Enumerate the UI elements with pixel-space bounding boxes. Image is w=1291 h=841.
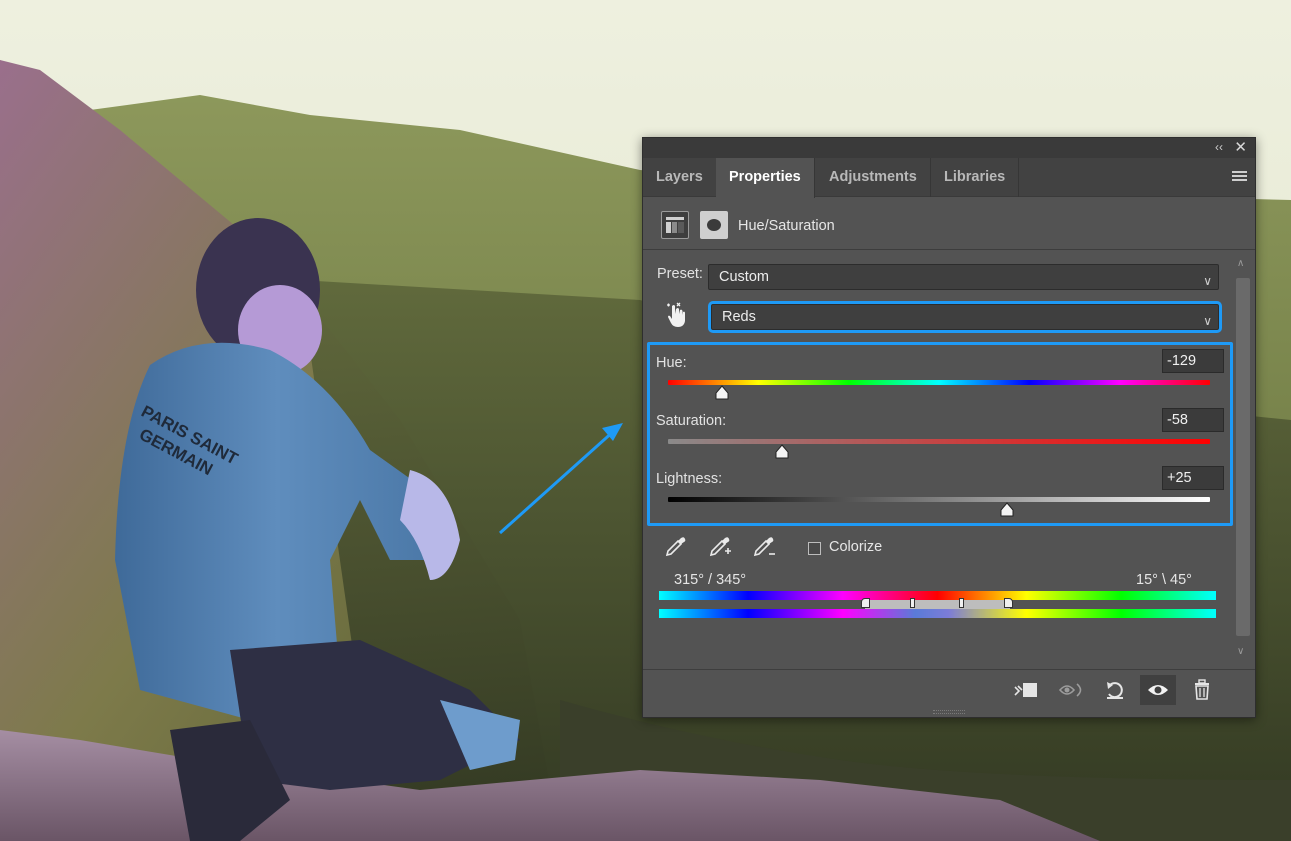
- lightness-value-input[interactable]: +25: [1162, 466, 1224, 490]
- hamburger-menu-icon[interactable]: [1232, 171, 1247, 183]
- color-range-selection[interactable]: [865, 600, 1010, 609]
- lightness-label: Lightness:: [656, 471, 723, 487]
- tab-layers[interactable]: Layers: [643, 158, 717, 197]
- output-color-range-bar: [659, 609, 1216, 618]
- hue-slider-track[interactable]: [668, 380, 1210, 385]
- preset-label: Preset:: [657, 266, 703, 282]
- hue-value-input[interactable]: -129: [1162, 349, 1224, 373]
- range-left-falloff-handle[interactable]: [861, 598, 870, 608]
- eyedropper-icon[interactable]: [663, 533, 689, 559]
- trash-icon[interactable]: [1184, 675, 1220, 705]
- sample-tools-row: Colorize: [643, 533, 1243, 563]
- chevron-down-icon: ∨: [1203, 274, 1212, 288]
- chevron-down-icon: ∨: [1203, 314, 1212, 328]
- hue-label: Hue:: [656, 355, 687, 371]
- panel-resize-grip[interactable]: [933, 710, 965, 714]
- targeted-adjustment-hand-icon[interactable]: [663, 302, 689, 330]
- range-left-inner-handle[interactable]: [910, 598, 915, 608]
- lightness-slider-track[interactable]: [668, 497, 1210, 502]
- tab-libraries[interactable]: Libraries: [931, 158, 1020, 197]
- clip-to-layer-icon[interactable]: [1009, 675, 1045, 705]
- panel-tab-bar: Layers Properties Adjustments Libraries: [643, 158, 1255, 198]
- adjustment-header: Hue/Saturation: [643, 198, 1255, 250]
- hue-slider-thumb[interactable]: [714, 385, 730, 400]
- view-previous-state-icon[interactable]: [1054, 675, 1090, 705]
- range-right-label: 15° \ 45°: [1136, 572, 1192, 588]
- scrollbar-thumb[interactable]: [1236, 278, 1250, 636]
- channel-value: Reds: [722, 309, 756, 325]
- lightness-slider-thumb[interactable]: [999, 502, 1015, 517]
- panel-footer: [643, 669, 1255, 709]
- adjustment-title: Hue/Saturation: [738, 218, 835, 234]
- properties-panel: ‹‹ ✕ Layers Properties Adjustments Libra…: [642, 137, 1256, 718]
- double-chevron-left-icon[interactable]: ‹‹: [1215, 140, 1223, 154]
- eyedropper-minus-icon[interactable]: [751, 533, 777, 559]
- saturation-slider-thumb[interactable]: [774, 444, 790, 459]
- saturation-label: Saturation:: [656, 413, 727, 429]
- hue-saturation-sliders: Hue: -129 Saturation: -58 Lightness: +25: [647, 342, 1233, 526]
- tab-adjustments[interactable]: Adjustments: [816, 158, 931, 197]
- range-right-falloff-handle[interactable]: [1004, 598, 1013, 608]
- range-left-label: 315° / 345°: [674, 572, 747, 588]
- scroll-down-icon[interactable]: ∨: [1237, 646, 1244, 657]
- colorize-label: Colorize: [829, 539, 883, 555]
- tab-properties[interactable]: Properties: [716, 158, 815, 198]
- channel-dropdown[interactable]: Reds ∨: [708, 301, 1222, 333]
- range-right-inner-handle[interactable]: [959, 598, 964, 608]
- saturation-value-input[interactable]: -58: [1162, 408, 1224, 432]
- eyedropper-plus-icon[interactable]: [707, 533, 733, 559]
- scroll-up-icon[interactable]: ∧: [1237, 258, 1244, 269]
- input-color-range-bar: [659, 591, 1216, 600]
- colorize-checkbox[interactable]: [808, 542, 821, 555]
- preset-dropdown[interactable]: Custom ∨: [708, 264, 1219, 290]
- close-icon[interactable]: ✕: [1234, 138, 1247, 156]
- preset-value: Custom: [719, 269, 769, 285]
- panel-scrollbar[interactable]: ∧ ∨: [1233, 254, 1253, 666]
- hue-saturation-adjustment-icon[interactable]: [661, 211, 689, 239]
- saturation-slider-track[interactable]: [668, 439, 1210, 444]
- eye-icon[interactable]: [1140, 675, 1176, 705]
- layer-mask-icon[interactable]: [700, 211, 728, 239]
- panel-titlebar: ‹‹ ✕: [643, 138, 1255, 158]
- reset-icon[interactable]: [1098, 675, 1134, 705]
